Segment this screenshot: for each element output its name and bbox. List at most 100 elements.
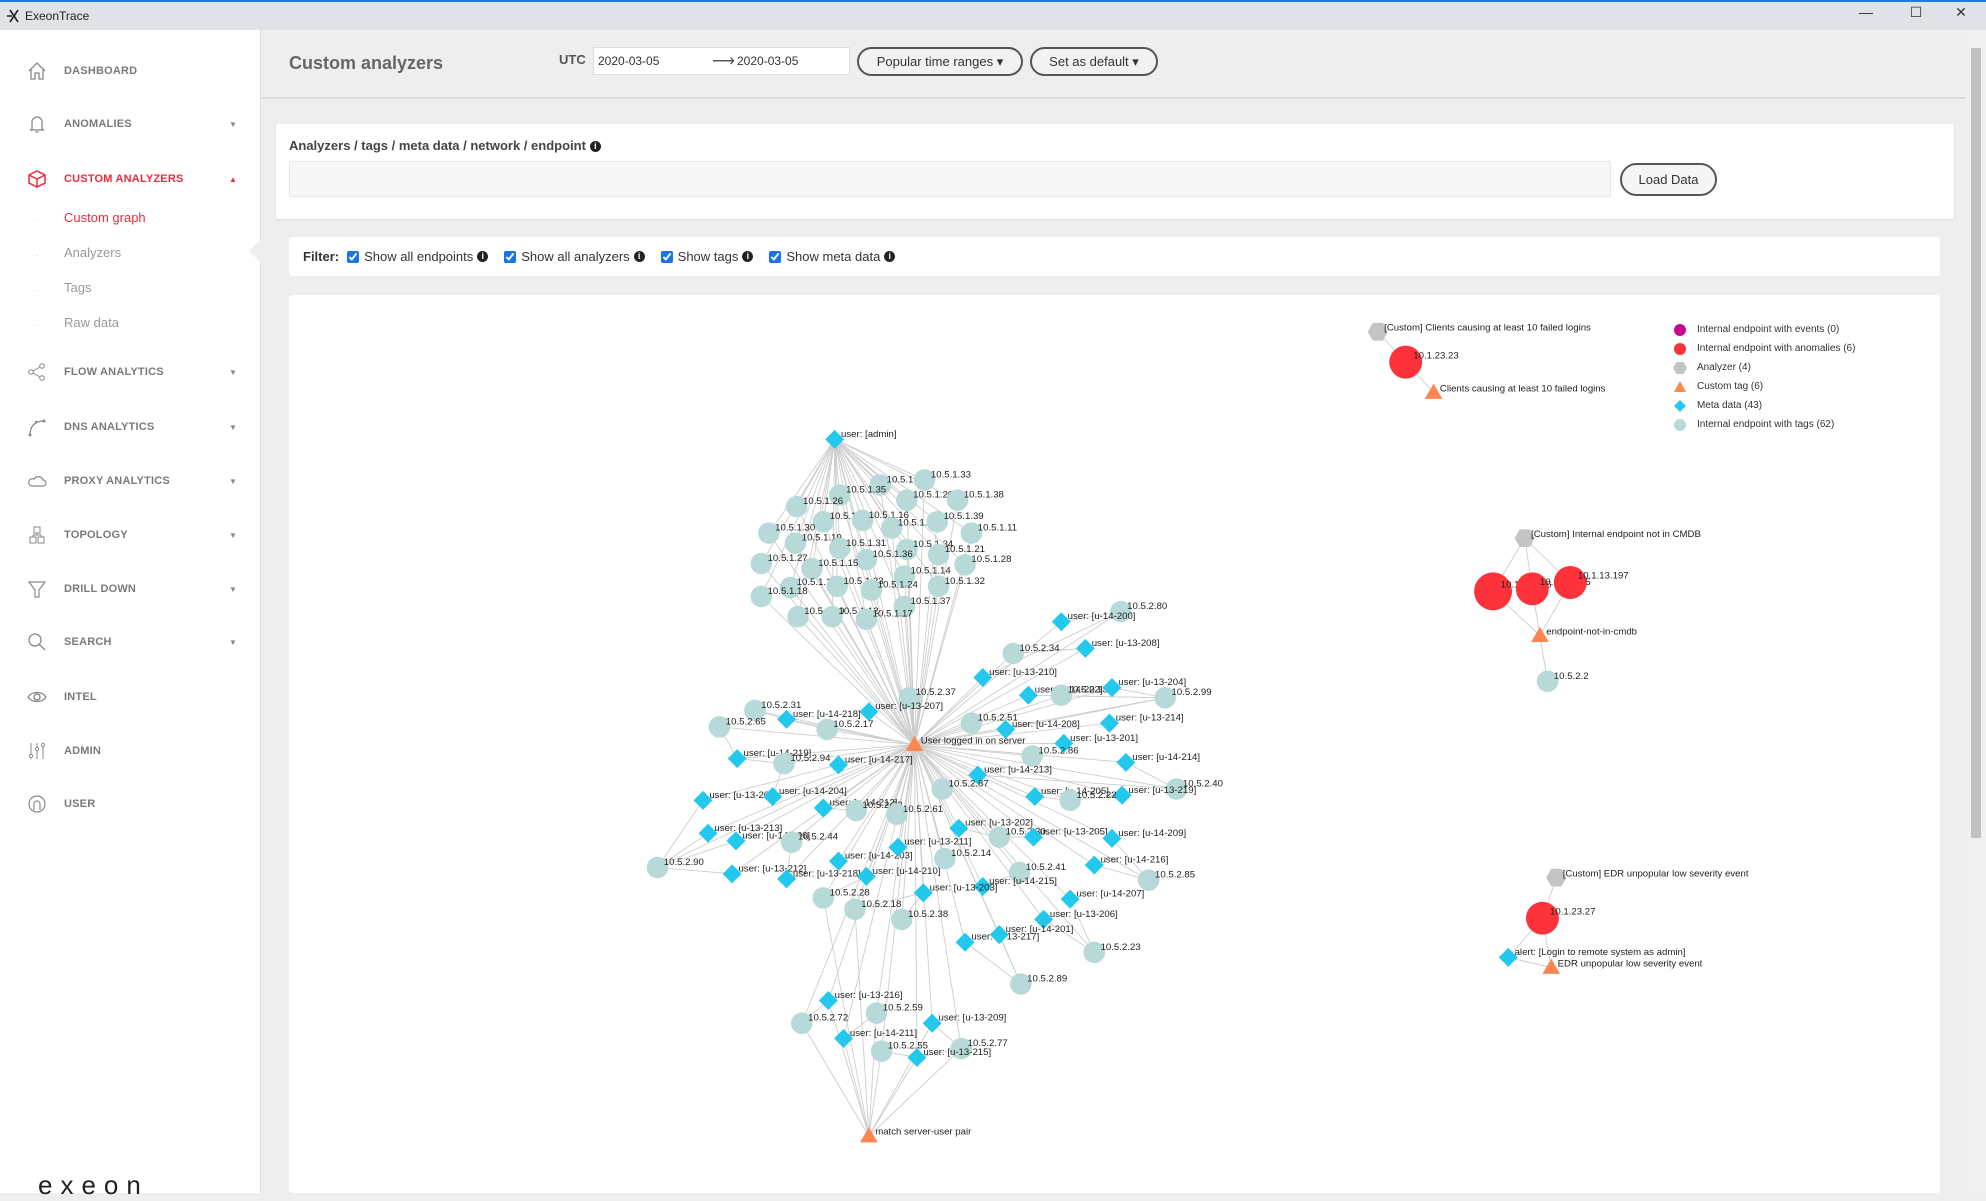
graph-node-tag[interactable]: endpoint-not-in-cmdb [1531, 626, 1637, 642]
scrollbar-thumb[interactable] [1971, 48, 1981, 838]
graph-node-endpoint[interactable]: 10.5.2.59 [866, 1002, 923, 1024]
show-all-analyzers-checkbox[interactable] [504, 251, 516, 263]
filter-show-all-analyzers[interactable]: Show all analyzersi [504, 249, 644, 264]
minimize-button[interactable]: — [1843, 4, 1889, 20]
node-label: 10.5.1.32 [945, 576, 985, 587]
graph-node-anomaly[interactable]: 10.1.23.23 [1389, 346, 1458, 379]
scrollbar[interactable] [1966, 30, 1986, 1193]
graph-node-meta[interactable]: user: [u-13-214] [1100, 713, 1184, 733]
graph-node-endpoint[interactable]: 10.5.2.85 [1138, 869, 1195, 891]
graph-node-endpoint[interactable]: 10.5.1.32 [928, 576, 985, 598]
title-bar: ExeonTrace — ☐ ✕ [0, 0, 1986, 30]
info-icon[interactable]: i [590, 141, 601, 152]
graph-node-endpoint[interactable]: 10.5.1.18 [750, 586, 807, 608]
graph-node-meta[interactable]: user: [u-13-208] [1076, 638, 1160, 658]
graph-node-endpoint[interactable]: 10.5.2.94 [773, 753, 831, 775]
info-icon[interactable]: i [477, 251, 488, 262]
date-range-input[interactable]: 2020-03-05 ⟶ 2020-03-05 [593, 47, 850, 75]
graph-node-meta[interactable]: user: [u-13-203] [914, 882, 998, 902]
filter-show-tags[interactable]: Show tagsi [661, 249, 754, 264]
graph-node-tag[interactable]: EDR unpopular low severity event [1542, 958, 1702, 974]
graph-node-endpoint[interactable]: 10.5.1.33 [914, 469, 971, 491]
sidebar-subitem-raw-data[interactable]: Raw data [64, 315, 119, 330]
legend-item: Meta data (43) [1673, 396, 1855, 415]
graph-node-tag[interactable]: Clients causing at least 10 failed login… [1425, 383, 1606, 399]
show-meta-data-checkbox[interactable] [769, 251, 781, 263]
node-label: 10.5.2.14 [951, 848, 992, 859]
graph-node-endpoint[interactable]: 10.5.1.27 [750, 553, 807, 575]
sidebar-item-admin[interactable]: ADMIN [0, 736, 261, 766]
sidebar-item-proxy-analytics[interactable]: PROXY ANALYTICS ▼ [0, 466, 261, 496]
graph-node-endpoint[interactable]: 10.5.2.90 [647, 857, 704, 879]
graph-node-meta[interactable]: user: [u-13-209] [923, 1013, 1007, 1033]
node-label: 10.5.2.2 [1554, 671, 1589, 682]
graph-node-endpoint[interactable]: 10.5.2.89 [1010, 973, 1067, 995]
graph-node-endpoint[interactable]: 10.5.2.38 [891, 909, 948, 931]
filter-show-all-endpoints[interactable]: Show all endpointsi [347, 249, 488, 264]
info-icon[interactable]: i [742, 251, 753, 262]
show-all-endpoints-checkbox[interactable] [347, 251, 359, 263]
sidebar-item-topology[interactable]: TOPOLOGY ▼ [0, 520, 261, 550]
graph-node-endpoint[interactable]: 10.5.1.20 [896, 489, 953, 511]
sidebar-subitem-tags[interactable]: Tags [64, 280, 91, 295]
sidebar-item-drill-down[interactable]: DRILL DOWN ▼ [0, 574, 261, 604]
node-label: user: [u-14-217] [845, 754, 913, 765]
graph-node-meta[interactable]: user: [u-14-214] [1116, 752, 1200, 772]
sidebar-item-dashboard[interactable]: DASHBOARD [0, 56, 261, 86]
graph-node-endpoint[interactable]: 10.5.2.99 [1154, 687, 1211, 709]
query-input[interactable] [289, 161, 1611, 197]
sidebar-subitem-custom-graph[interactable]: Custom graph [64, 210, 146, 225]
graph-node-endpoint[interactable]: 10.5.2.14 [934, 848, 992, 870]
graph-node-endpoint[interactable]: 10.5.1.11 [961, 522, 1017, 544]
info-icon[interactable]: i [634, 251, 645, 262]
sidebar-subitem-analyzers[interactable]: Analyzers [64, 245, 121, 260]
graph-node-anomaly[interactable]: 10.1.13.197 [1554, 566, 1629, 599]
graph-node-analyzer[interactable]: [Custom] EDR unpopular low severity even… [1546, 868, 1749, 886]
search-icon [26, 631, 48, 653]
sidebar-item-flow-analytics[interactable]: FLOW ANALYTICS ▼ [0, 357, 261, 387]
graph-node-endpoint[interactable]: 10.5.2.22 [1059, 790, 1116, 812]
node-label: user: [u-14-203] [845, 851, 913, 862]
graph-node-endpoint[interactable]: 10.5.2.65 [709, 716, 766, 738]
graph-node-meta[interactable]: user: [u-14-209] [1102, 828, 1186, 848]
graph-node-meta[interactable]: user: [u-14-200] [1052, 611, 1136, 631]
node-label: 10.5.2.41 [1026, 862, 1066, 873]
sidebar-item-custom-analyzers[interactable]: CUSTOM ANALYZERS ▲ [0, 164, 261, 194]
sidebar-item-intel[interactable]: INTEL [0, 682, 261, 712]
graph-node-analyzer[interactable]: [Custom] Clients causing at least 10 fai… [1368, 322, 1591, 340]
graph-node-tag[interactable]: match server-user pair [860, 1127, 972, 1143]
date-to[interactable]: 2020-03-05 [737, 54, 798, 68]
graph-node-endpoint[interactable]: 10.5.1.28 [954, 554, 1011, 576]
graph-node-endpoint[interactable]: 10.5.2.44 [781, 831, 839, 853]
graph-node-endpoint[interactable]: 10.5.2.87 [932, 778, 989, 800]
graph-node-meta[interactable]: user: [admin] [825, 429, 896, 449]
close-button[interactable]: ✕ [1938, 4, 1984, 21]
graph-node-endpoint[interactable]: 10.5.2.23 [1083, 942, 1140, 964]
graph-node-endpoint[interactable]: 10.5.1.38 [947, 489, 1004, 511]
date-from[interactable]: 2020-03-05 [598, 54, 659, 68]
show-tags-checkbox[interactable] [661, 251, 673, 263]
graph-node-endpoint[interactable]: 10.5.2.72 [791, 1013, 848, 1035]
info-icon[interactable]: i [884, 251, 895, 262]
legend-hexagon-icon [1673, 361, 1687, 375]
filter-show-meta-data[interactable]: Show meta datai [769, 249, 895, 264]
graph-node-meta[interactable]: user: [u-13-219] [1113, 785, 1197, 805]
graph-node-endpoint[interactable]: 10.5.2.13 [1051, 684, 1108, 706]
load-data-button[interactable]: Load Data [1620, 163, 1717, 196]
graph-node-endpoint[interactable]: 10.5.2.17 [816, 719, 873, 741]
window-title: ExeonTrace [25, 9, 89, 23]
node-label: 10.5.2.85 [1155, 870, 1195, 881]
graph-node-endpoint[interactable]: 10.5.2.2 [1537, 671, 1589, 693]
set-as-default-button[interactable]: Set as default ▾ [1030, 47, 1158, 76]
maximize-button[interactable]: ☐ [1893, 4, 1939, 21]
sidebar-item-anomalies[interactable]: ANOMALIES ▼ [0, 109, 261, 139]
graph-node-endpoint[interactable]: 10.5.2.34 [1002, 643, 1060, 665]
node-label: 10.5.2.61 [903, 804, 943, 815]
graph-node-anomaly[interactable]: 10.1.23.27 [1526, 902, 1595, 935]
sidebar-item-search[interactable]: SEARCH ▼ [0, 627, 261, 657]
graph-node-meta[interactable]: user: [u-13-200] [694, 790, 778, 810]
sidebar-item-dns-analytics[interactable]: DNS ANALYTICS ▼ [0, 412, 261, 442]
popular-time-ranges-button[interactable]: Popular time ranges ▾ [857, 47, 1023, 76]
sidebar-item-user[interactable]: USER [0, 789, 261, 819]
graph-node-analyzer[interactable]: [Custom] Internal endpoint not in CMDB [1515, 529, 1701, 547]
